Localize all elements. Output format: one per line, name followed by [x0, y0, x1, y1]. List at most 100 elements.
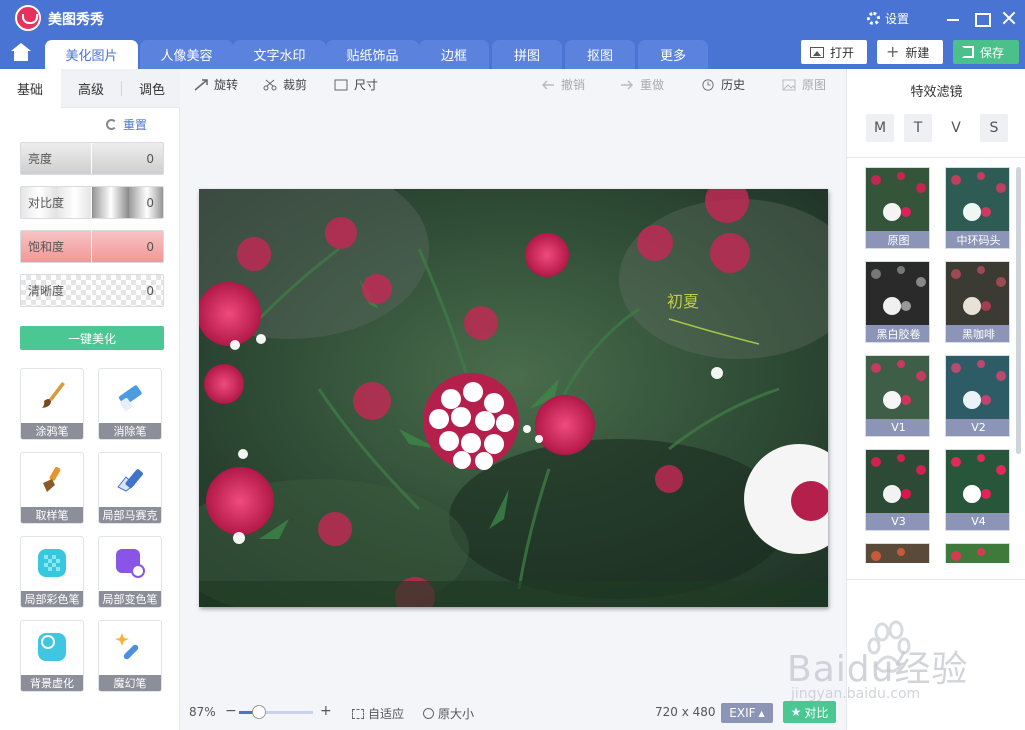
tool-local-mosaic[interactable]: 局部马赛克	[98, 452, 162, 524]
sharpness-slider[interactable]: 清晰度 0	[20, 274, 164, 307]
original-label: 原图	[802, 78, 827, 92]
filter-divider	[847, 157, 1025, 158]
filter-tab-t[interactable]: T	[904, 114, 932, 142]
undo-button[interactable]: 撤销	[541, 76, 585, 93]
filter-bw-film[interactable]: 黑白胶卷	[865, 261, 930, 343]
tool-doodle-pen[interactable]: 涂鸦笔	[20, 368, 84, 440]
app-logo-icon	[15, 5, 41, 31]
close-button[interactable]	[997, 6, 1021, 30]
gear-icon	[867, 11, 880, 25]
filter-central-pier[interactable]: 中环码头	[945, 167, 1010, 249]
undo-label: 撤销	[561, 78, 586, 92]
brightness-value: 0	[90, 143, 163, 174]
saturation-slider[interactable]: 饱和度 0	[20, 230, 164, 263]
filter-thumbnail	[946, 356, 1009, 421]
original-size-button[interactable]: 原大小	[423, 705, 474, 722]
edit-toolbar: 旋转 裁剪 尺寸 撤销 重做 历史 原图	[181, 69, 845, 99]
filter-partial[interactable]	[945, 543, 1010, 563]
original-image-button[interactable]: 原图	[782, 76, 826, 93]
reset-button[interactable]: 重置	[106, 116, 147, 133]
watermark-url: jingyan.baidu.com	[791, 686, 921, 702]
magnifier-icon	[423, 708, 434, 719]
filter-tab-m[interactable]: M	[866, 114, 894, 142]
home-icon	[11, 43, 31, 61]
tool-local-recolor-pen[interactable]: 局部变色笔	[98, 536, 162, 608]
app-window: 美图秀秀 设置 美化图片 人像美容 文字水印 贴纸饰品 边框 拼图 抠图 更多 …	[0, 0, 1025, 730]
maximize-button[interactable]	[969, 6, 993, 30]
tool-label: 背景虚化	[21, 675, 83, 691]
filter-partial[interactable]	[865, 543, 930, 563]
history-button[interactable]: 历史	[701, 76, 745, 93]
photo-canvas[interactable]: 初夏	[199, 189, 828, 607]
rotate-button[interactable]: 旋转	[194, 76, 238, 93]
new-label: 新建	[905, 45, 930, 60]
caret-up-icon: ▲	[758, 708, 765, 718]
status-bar: 87% − + 自适应 原大小 720 x 480 EXIF ▲ ★ 对比	[181, 700, 845, 730]
tab-collage[interactable]: 拼图	[492, 40, 562, 69]
contrast-value: 0	[90, 187, 163, 218]
save-icon	[962, 46, 974, 58]
crop-button[interactable]: 裁剪	[263, 76, 307, 93]
zoom-slider-knob[interactable]	[252, 705, 266, 719]
new-button[interactable]: + 新建	[877, 40, 943, 64]
filter-v3[interactable]: V3	[865, 449, 930, 531]
tool-label: 涂鸦笔	[21, 423, 83, 439]
filter-tab-v[interactable]: V	[942, 114, 970, 142]
filter-tab-s[interactable]: S	[980, 114, 1008, 142]
history-label: 历史	[721, 78, 746, 92]
filter-v4[interactable]: V4	[945, 449, 1010, 531]
brush-icon	[43, 466, 61, 492]
tab-cutout[interactable]: 抠图	[565, 40, 635, 69]
contrast-slider[interactable]: 对比度 0	[20, 186, 164, 219]
tab-more[interactable]: 更多	[638, 40, 708, 69]
save-button[interactable]: 保存	[953, 40, 1019, 64]
filter-v1[interactable]: V1	[865, 355, 930, 437]
tool-local-color-pen[interactable]: 局部彩色笔	[20, 536, 84, 608]
settings-label: 设置	[885, 11, 910, 26]
zoom-slider[interactable]	[239, 705, 313, 719]
exif-label: EXIF	[729, 706, 756, 720]
tool-magic-pen[interactable]: 魔幻笔	[98, 620, 162, 692]
one-key-beautify-button[interactable]: 一键美化	[20, 326, 164, 350]
reset-label: 重置	[123, 118, 148, 132]
filter-label: V2	[946, 419, 1009, 436]
tab-beautify[interactable]: 美化图片	[45, 40, 138, 69]
saturation-value: 0	[90, 231, 163, 262]
minimize-button[interactable]	[941, 6, 965, 30]
size-button[interactable]: 尺寸	[334, 76, 378, 93]
main-nav: 美化图片 人像美容 文字水印 贴纸饰品 边框 拼图 抠图 更多 打开 + 新建 …	[0, 37, 1025, 69]
undo-arrow-icon	[541, 79, 554, 90]
tool-sample-pen[interactable]: 取样笔	[20, 452, 84, 524]
filter-thumbnail	[946, 450, 1009, 515]
photo-caption-text: 初夏	[667, 292, 699, 311]
tab-portrait[interactable]: 人像美容	[140, 40, 233, 69]
settings-button[interactable]: 设置	[867, 8, 909, 28]
filter-black-coffee[interactable]: 黑咖啡	[945, 261, 1010, 343]
tool-background-blur[interactable]: 背景虚化	[20, 620, 84, 692]
filter-scrollbar[interactable]	[1016, 167, 1021, 454]
zoom-percent: 87%	[189, 705, 216, 719]
zoom-in-button[interactable]: +	[320, 703, 332, 719]
plus-icon: +	[886, 42, 900, 61]
fit-button[interactable]: 自适应	[352, 705, 404, 722]
tab-text-watermark[interactable]: 文字水印	[233, 40, 326, 69]
reset-icon	[106, 119, 117, 130]
filter-original[interactable]: 原图	[865, 167, 930, 249]
filter-list-bottom-divider	[847, 579, 1025, 580]
home-button[interactable]	[0, 38, 42, 69]
tab-stickers[interactable]: 贴纸饰品	[326, 40, 419, 69]
recolor-icon	[116, 549, 145, 578]
tool-label: 魔幻笔	[99, 675, 161, 691]
tool-eraser-pen[interactable]: 消除笔	[98, 368, 162, 440]
redo-button[interactable]: 重做	[620, 76, 664, 93]
subtab-color[interactable]: 调色	[122, 69, 182, 108]
filter-v2[interactable]: V2	[945, 355, 1010, 437]
zoom-out-button[interactable]: −	[225, 703, 237, 719]
brightness-slider[interactable]: 亮度 0	[20, 142, 164, 175]
exif-button[interactable]: EXIF ▲	[721, 703, 773, 723]
fit-label: 自适应	[368, 707, 405, 721]
subtab-advanced[interactable]: 高级	[61, 69, 121, 108]
tab-frames[interactable]: 边框	[419, 40, 489, 69]
open-button[interactable]: 打开	[801, 40, 867, 64]
subtab-basic[interactable]: 基础	[0, 69, 60, 108]
